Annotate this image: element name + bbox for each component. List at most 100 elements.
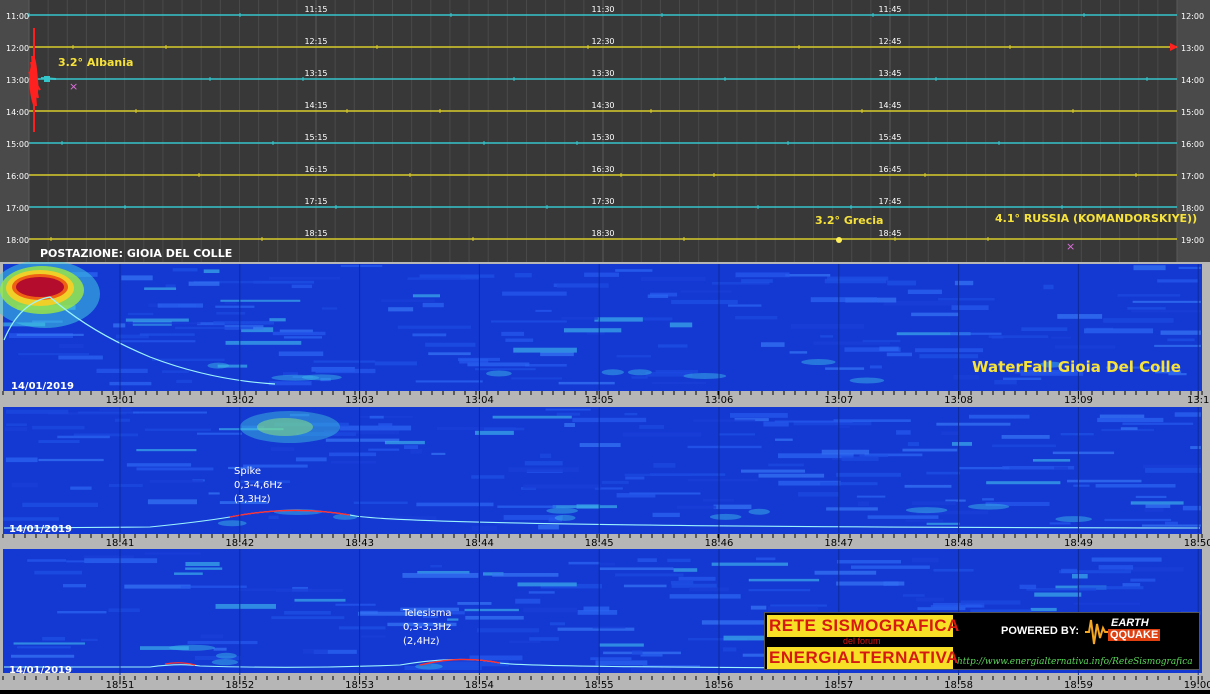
spectral-streak — [1043, 284, 1054, 290]
quarter-hour-label: 18:45 — [878, 229, 901, 238]
spectral-streak — [655, 369, 699, 374]
spectral-streak — [911, 557, 939, 563]
spectral-streak — [278, 351, 324, 357]
spectral-streak — [886, 352, 913, 357]
hour-label-left: 11:00 — [6, 12, 29, 21]
spectral-spot — [207, 362, 230, 369]
telesisma-annotation-range: 0,3-3,3Hz — [403, 622, 451, 633]
hour-label-left: 18:00 — [6, 236, 29, 245]
spectral-streak — [59, 343, 84, 348]
time-tick-label: 19:00 — [1184, 680, 1210, 690]
spectral-streak — [758, 473, 825, 478]
spectral-streak — [994, 380, 1017, 385]
spectral-streak — [641, 276, 706, 282]
spectral-streak — [1049, 522, 1071, 525]
spike-annotation-title: Spike — [234, 466, 261, 477]
spectral-streak — [680, 290, 732, 293]
spectral-streak — [474, 430, 514, 435]
spectral-streak — [416, 502, 494, 507]
spectral-streak — [1073, 484, 1090, 487]
spectral-streak — [144, 428, 211, 431]
spectral-streak — [911, 501, 956, 505]
spectral-streak — [70, 486, 92, 490]
spectral-streak — [741, 279, 773, 283]
spectral-streak — [113, 323, 126, 328]
spectral-streak — [584, 272, 619, 277]
spectral-streak — [188, 281, 220, 286]
spectral-streak — [77, 411, 140, 414]
spectral-spot — [554, 514, 576, 521]
spectral-streak — [338, 626, 386, 630]
spectral-streak — [867, 515, 939, 519]
spectral-streak — [954, 280, 974, 286]
spectral-streak — [471, 525, 498, 531]
hour-label-left: 13:00 — [6, 76, 29, 85]
time-tick-label: 18:53 — [345, 680, 374, 690]
spectral-spot — [486, 370, 512, 377]
quarter-hour-label: 14:45 — [878, 101, 901, 110]
spectral-streak — [1130, 501, 1184, 505]
spectral-streak — [653, 463, 676, 468]
spectral-streak — [1117, 294, 1181, 297]
spectral-streak — [162, 370, 189, 373]
spectral-streak — [57, 610, 107, 614]
spectral-streak — [538, 524, 559, 530]
spectral-streak — [1073, 602, 1140, 605]
spectral-streak — [38, 440, 80, 443]
spectral-streak — [915, 348, 984, 353]
spectral-streak — [66, 560, 85, 563]
spectral-streak — [1097, 417, 1164, 423]
spectral-streak — [422, 302, 444, 308]
spectral-streak — [524, 461, 563, 466]
spectral-streak — [583, 606, 610, 612]
spectral-streak — [657, 344, 688, 348]
time-tick-label: 13:04 — [465, 395, 494, 405]
spectral-streak — [335, 603, 376, 606]
spectral-streak — [1145, 504, 1171, 508]
spectral-streak — [821, 449, 870, 455]
time-tick-label: 18:55 — [585, 680, 614, 690]
spectral-streak — [599, 643, 644, 647]
spectral-streak — [836, 472, 901, 477]
spike-annotation-peak: (3,3Hz) — [234, 494, 271, 505]
spectral-streak — [727, 304, 762, 307]
spectral-streak — [856, 495, 886, 498]
spectral-streak — [464, 608, 519, 612]
spectral-streak — [689, 587, 729, 592]
spectral-spot — [217, 520, 247, 527]
spectral-streak — [384, 440, 425, 445]
telesisma-annotation-title: Telesisma — [402, 608, 452, 619]
spectral-streak — [11, 654, 75, 658]
spectral-streak — [556, 283, 609, 288]
spectral-streak — [1135, 495, 1167, 499]
spectral-spot — [849, 377, 885, 384]
spectral-streak — [671, 583, 717, 588]
spectral-streak — [1190, 446, 1201, 450]
spectral-streak — [412, 333, 447, 337]
spectral-streak — [268, 381, 312, 386]
spectral-streak — [1061, 568, 1078, 574]
spectral-streak — [879, 346, 899, 351]
spectral-streak — [748, 589, 811, 592]
spectral-spot — [168, 644, 216, 651]
spectral-spot — [1055, 516, 1092, 523]
spectral-streak — [1030, 607, 1057, 612]
spectral-streak — [902, 448, 958, 452]
spectral-streak — [80, 638, 98, 641]
spectral-streak — [121, 275, 153, 281]
spectral-streak — [17, 646, 71, 649]
hour-label-left: 15:00 — [6, 140, 29, 149]
spectral-streak — [1057, 314, 1103, 319]
waterfall-date-3: 14/01/2019 — [9, 665, 72, 676]
spectral-streak — [579, 443, 621, 448]
spectral-streak — [941, 431, 959, 436]
spectral-streak — [381, 299, 435, 303]
spectral-streak — [136, 467, 214, 471]
spectral-streak — [185, 561, 220, 566]
spectral-streak — [407, 277, 466, 280]
seismogram-drawing: 11:00 12:00 13:00 14:00 15:00 16:00 17:00 18:00… — [0, 0, 1210, 262]
quarter-hour-label: 11:15 — [304, 5, 327, 14]
spectral-streak — [492, 415, 572, 419]
spectral-streak — [216, 311, 246, 315]
event-label-russia: 4.1° RUSSIA (KOMANDORSKIYE)) — [995, 212, 1197, 225]
